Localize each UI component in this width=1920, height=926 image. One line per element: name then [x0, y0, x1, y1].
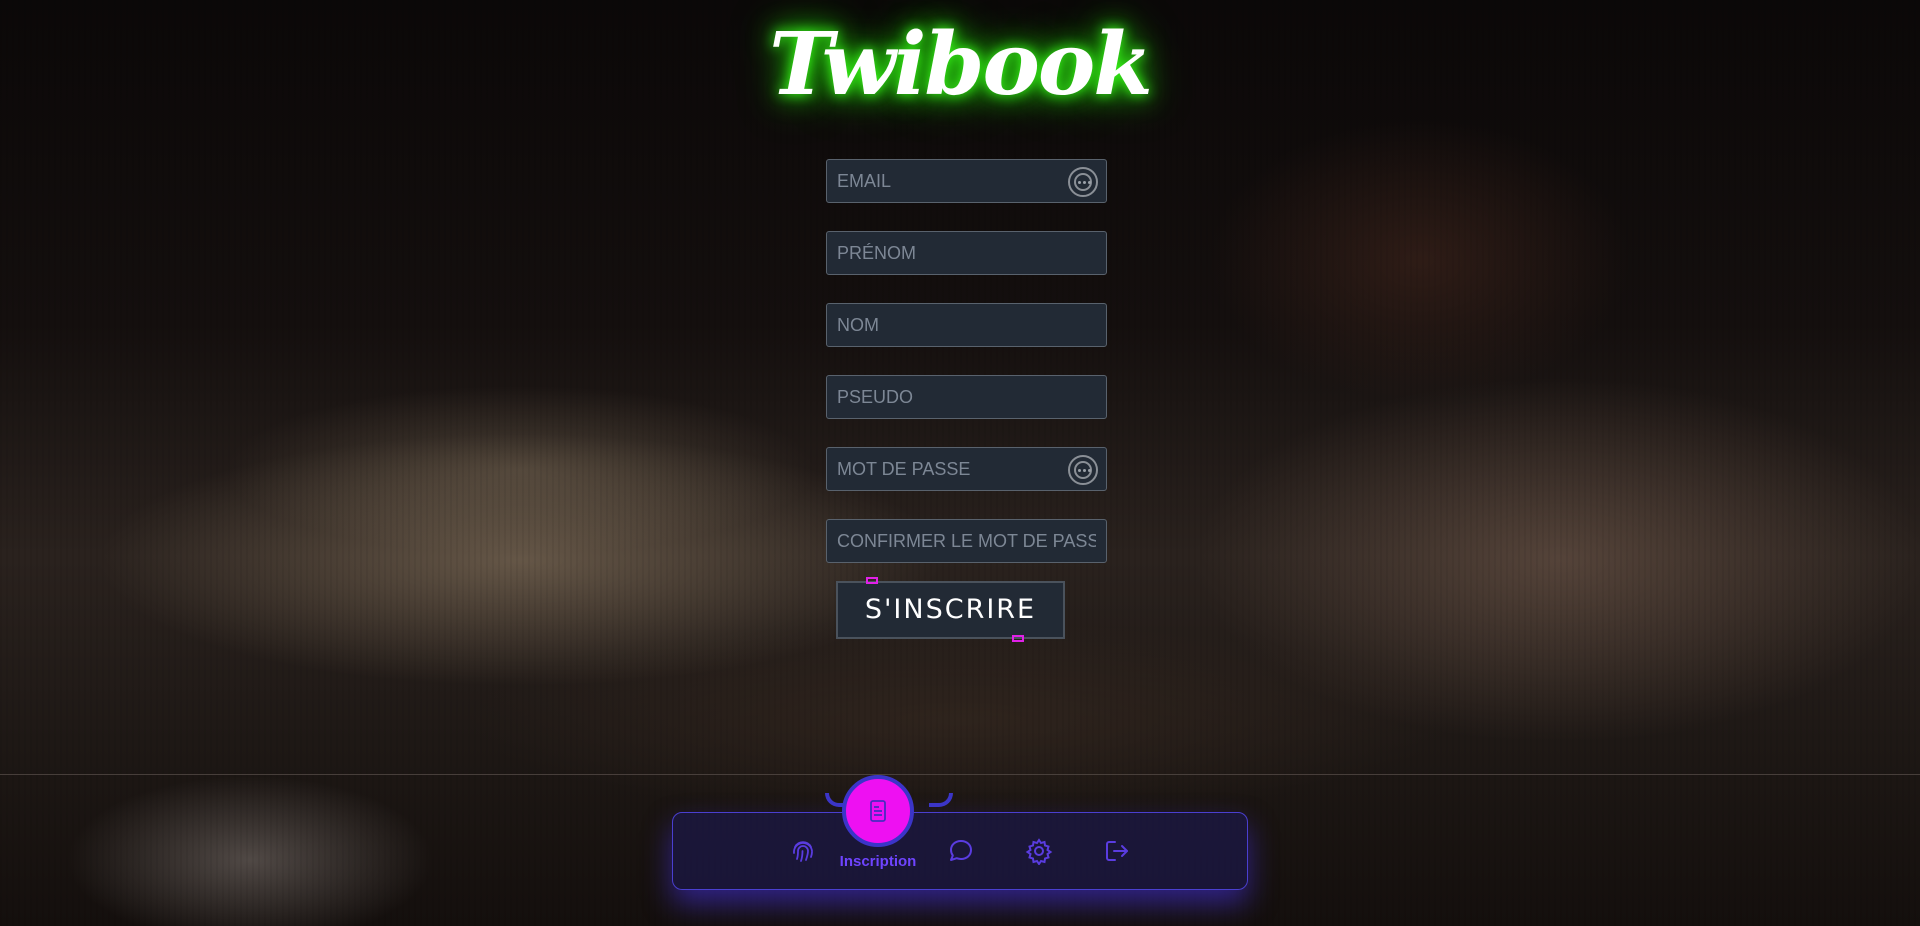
password-manager-icon[interactable]: [1068, 455, 1098, 485]
lastname-field-wrapper: [826, 303, 1107, 347]
logout-icon: [1106, 841, 1128, 861]
signup-button[interactable]: S'INSCRIRE: [836, 581, 1065, 639]
bottom-nav: Inscription: [672, 775, 1248, 890]
email-field[interactable]: [827, 160, 1106, 202]
firstname-field-wrapper: [826, 231, 1107, 275]
button-corner-decoration: [1012, 635, 1024, 642]
nav-item-inscription[interactable]: [842, 775, 914, 847]
document-icon: [870, 800, 886, 822]
password-field-wrapper: [826, 447, 1107, 491]
confirm-password-field-wrapper: [826, 519, 1107, 563]
firstname-field[interactable]: [827, 232, 1106, 274]
nav-item-label: Inscription: [839, 853, 917, 870]
button-corner-decoration: [866, 577, 878, 584]
gear-icon: [1025, 838, 1053, 865]
password-manager-icon[interactable]: [1068, 167, 1098, 197]
email-field-wrapper: [826, 159, 1107, 203]
confirm-password-field[interactable]: [827, 520, 1106, 562]
pseudo-field-wrapper: [826, 375, 1107, 419]
fingerprint-icon: [793, 841, 813, 862]
password-field[interactable]: [827, 448, 1106, 490]
signup-form: [826, 159, 1107, 591]
pseudo-field[interactable]: [827, 376, 1106, 418]
divider: [0, 774, 1920, 775]
chat-icon: [950, 840, 972, 861]
app-logo: Twibook: [769, 14, 1153, 115]
lastname-field[interactable]: [827, 304, 1106, 346]
